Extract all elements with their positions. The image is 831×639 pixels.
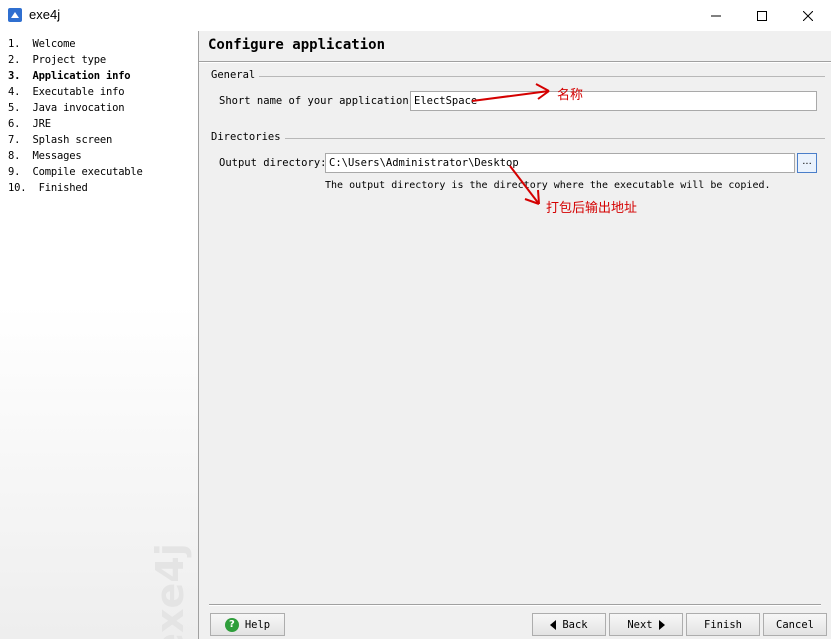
- step-welcome[interactable]: 1. Welcome: [8, 36, 198, 52]
- maximize-button[interactable]: [739, 0, 785, 31]
- minimize-icon: [711, 15, 721, 16]
- cancel-button[interactable]: Cancel: [763, 613, 827, 636]
- wizard-steps-sidebar: 1. Welcome 2. Project type 3. Applicatio…: [0, 31, 199, 639]
- step-project-type[interactable]: 2. Project type: [8, 52, 198, 68]
- back-button-label: Back: [562, 618, 588, 631]
- title-divider: [199, 61, 831, 63]
- maximize-icon: [757, 10, 767, 21]
- step-messages[interactable]: 8. Messages: [8, 148, 198, 164]
- close-button[interactable]: [785, 0, 831, 31]
- exe4j-window: exe4j 1. Welcome 2. Project type 3. Appl…: [0, 0, 831, 639]
- general-section-label: General: [211, 69, 260, 81]
- short-name-input[interactable]: ElectSpace: [410, 91, 817, 111]
- exe4j-app-icon: [8, 8, 22, 22]
- arrow-left-icon: [550, 619, 557, 630]
- title-bar[interactable]: exe4j: [0, 0, 831, 31]
- name-annotation: 名称: [557, 88, 584, 103]
- output-directory-label: Output directory:: [219, 157, 327, 169]
- directories-section-divider: [283, 138, 825, 139]
- next-button[interactable]: Next: [609, 613, 683, 636]
- step-jre[interactable]: 6. JRE: [8, 116, 198, 132]
- main-panel: Configure application General Short name…: [199, 31, 831, 639]
- wizard-steps-list: 1. Welcome 2. Project type 3. Applicatio…: [0, 31, 198, 196]
- output-directory-hint: The output directory is the directory wh…: [325, 180, 771, 191]
- cancel-button-label: Cancel: [776, 618, 814, 631]
- directories-section-label: Directories: [211, 131, 285, 143]
- short-name-label: Short name of your application:: [219, 95, 415, 107]
- help-button[interactable]: ? Help: [210, 613, 285, 636]
- page-title: Configure application: [208, 37, 386, 53]
- browse-button[interactable]: ...: [797, 153, 817, 173]
- help-button-label: Help: [244, 618, 271, 631]
- help-icon: ?: [224, 617, 239, 632]
- step-compile-executable[interactable]: 9. Compile executable: [8, 164, 198, 180]
- minimize-button[interactable]: [693, 0, 739, 31]
- step-splash-screen[interactable]: 7. Splash screen: [8, 132, 198, 148]
- step-executable-info[interactable]: 4. Executable info: [8, 84, 198, 100]
- finish-button[interactable]: Finish: [686, 613, 760, 636]
- footer-divider: [209, 604, 821, 606]
- output-directory-input[interactable]: C:\Users\Administrator\Desktop: [325, 153, 795, 173]
- arrow-right-icon: [658, 619, 665, 630]
- window-title: exe4j: [29, 7, 61, 22]
- general-section-divider: [259, 76, 825, 77]
- exe4j-watermark-logo: exe4j: [148, 543, 192, 639]
- step-java-invocation[interactable]: 5. Java invocation: [8, 100, 198, 116]
- close-icon: [803, 10, 813, 21]
- next-button-label: Next: [627, 618, 653, 631]
- back-button[interactable]: Back: [532, 613, 606, 636]
- output-annotation: 打包后输出地址: [546, 201, 638, 216]
- finish-button-label: Finish: [704, 618, 742, 631]
- step-application-info[interactable]: 3. Application info: [8, 68, 198, 84]
- step-finished[interactable]: 10. Finished: [8, 180, 198, 196]
